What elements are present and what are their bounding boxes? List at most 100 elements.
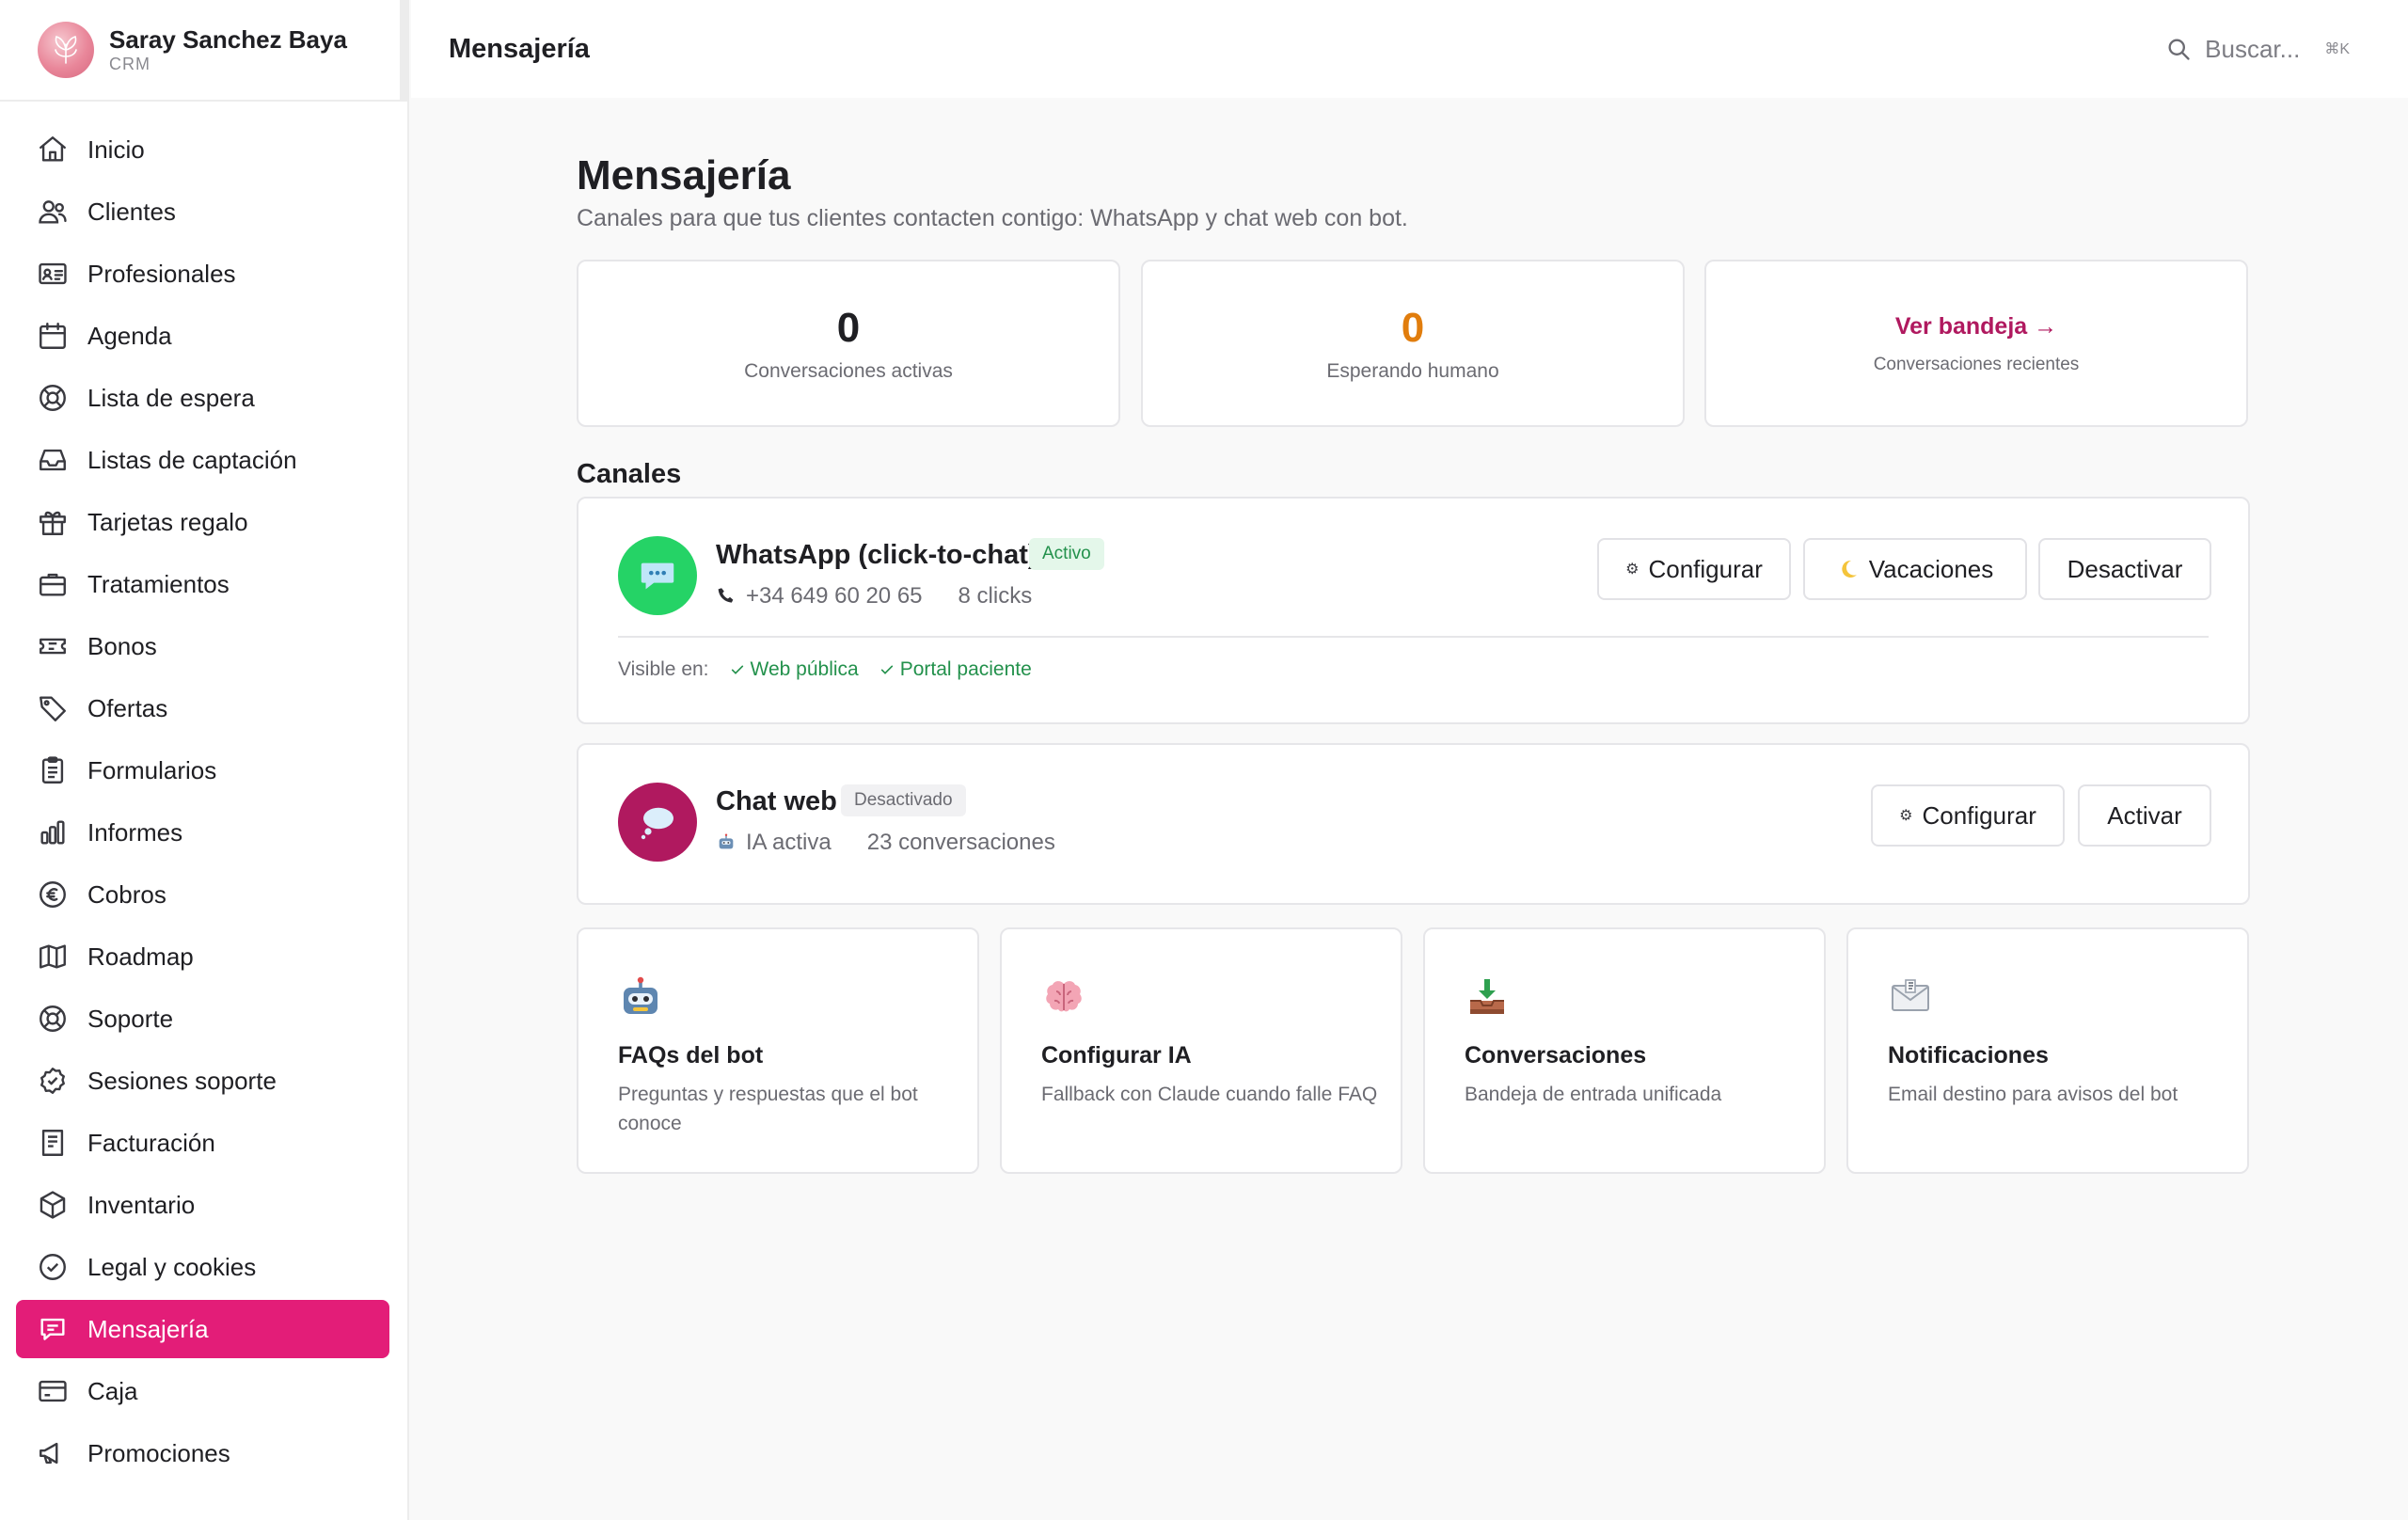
- sidebar-item-listas-de-captacion[interactable]: Listas de captación: [16, 431, 389, 489]
- channel-meta: +34 649 60 20 65 8 clicks: [716, 583, 1032, 610]
- sidebar-item-sesiones-soporte[interactable]: Sesiones soporte: [16, 1052, 389, 1110]
- channel-name: Chat web: [716, 786, 837, 816]
- sidebar-item-inicio[interactable]: Inicio: [16, 120, 389, 179]
- sidebar-item-label: Profesionales: [87, 259, 236, 288]
- visibility-item-label: Portal paciente: [899, 658, 1032, 680]
- sidebar-item-inventario[interactable]: Inventario: [16, 1176, 389, 1234]
- home-icon: [37, 134, 69, 166]
- webchat-configure-button[interactable]: ⚙ Configurar: [1871, 784, 2065, 847]
- card-title: FAQs del bot: [618, 1042, 764, 1069]
- top-bar: Mensajería Buscar... ⌘K: [411, 0, 2408, 98]
- sidebar-item-label: Mensajería: [87, 1314, 209, 1343]
- sidebar-item-label: Bonos: [87, 631, 157, 660]
- sidebar-item-mensajeria[interactable]: Mensajería: [16, 1300, 389, 1358]
- moon-icon: [1837, 558, 1860, 580]
- sidebar-item-profesionales[interactable]: Profesionales: [16, 245, 389, 303]
- button-label: Vacaciones: [1868, 554, 1994, 583]
- card-notificaciones[interactable]: Notificaciones Email destino para avisos…: [1846, 927, 2249, 1174]
- sidebar-item-clientes[interactable]: Clientes: [16, 182, 389, 241]
- sidebar-item-agenda[interactable]: Agenda: [16, 307, 389, 365]
- id-card-icon: [37, 258, 69, 290]
- view-inbox-link[interactable]: Ver bandeja →: [1895, 311, 2057, 341]
- phone-number: +34 649 60 20 65: [746, 583, 923, 609]
- sidebar-item-label: Listas de captación: [87, 445, 297, 474]
- card-title: Configurar IA: [1041, 1042, 1192, 1069]
- search-shortcut: ⌘K: [2324, 41, 2350, 57]
- card-conversaciones[interactable]: Conversaciones Bandeja de entrada unific…: [1423, 927, 1826, 1174]
- inbox-tray-icon: [1465, 974, 1510, 1020]
- search-input[interactable]: Buscar...: [2205, 35, 2300, 64]
- whatsapp-vacation-button[interactable]: Vacaciones: [1803, 538, 2027, 600]
- whatsapp-deactivate-button[interactable]: Desactivar: [2038, 538, 2211, 600]
- lifebuoy-icon: [37, 1003, 69, 1035]
- sidebar-item-cobros[interactable]: Cobros: [16, 865, 389, 924]
- visibility-row: Visible en: Web pública Portal paciente: [618, 658, 1032, 681]
- sidebar-item-soporte[interactable]: Soporte: [16, 990, 389, 1048]
- sidebar-item-tratamientos[interactable]: Tratamientos: [16, 555, 389, 613]
- page-title: Mensajería: [577, 152, 791, 198]
- phone-icon: [716, 586, 737, 607]
- whatsapp-configure-button[interactable]: ⚙ Configurar: [1597, 538, 1791, 600]
- whatsapp-channel-card: WhatsApp (click-to-chat) Activo +34 649 …: [577, 497, 2250, 724]
- header-title: Mensajería: [449, 33, 590, 64]
- visibility-portal-paciente[interactable]: Portal paciente: [879, 658, 1032, 681]
- clipboard-icon: [37, 754, 69, 786]
- card-configurar-ia[interactable]: Configurar IA Fallback con Claude cuando…: [1000, 927, 1402, 1174]
- sidebar-item-ofertas[interactable]: Ofertas: [16, 679, 389, 737]
- chat-icon: [37, 1313, 69, 1345]
- gear-icon: ⚙: [1899, 808, 1913, 824]
- euro-icon: [37, 879, 69, 910]
- channels-section-title: Canales: [577, 459, 682, 489]
- sidebar-item-facturacion[interactable]: Facturación: [16, 1114, 389, 1172]
- sidebar-item-legal-y-cookies[interactable]: Legal y cookies: [16, 1238, 389, 1296]
- sidebar-item-label: Roadmap: [87, 942, 194, 971]
- search-box[interactable]: Buscar... ⌘K: [2165, 26, 2350, 71]
- sidebar-item-formularios[interactable]: Formularios: [16, 741, 389, 800]
- page-subtitle: Canales para que tus clientes contacten …: [577, 205, 1408, 231]
- stat-inbox-link[interactable]: Ver bandeja → Conversaciones recientes: [1704, 260, 2248, 427]
- sidebar-item-tarjetas-regalo[interactable]: Tarjetas regalo: [16, 493, 389, 551]
- shield-check-icon: [37, 1251, 69, 1283]
- sidebar-item-label: Sesiones soporte: [87, 1066, 277, 1095]
- sidebar-item-bonos[interactable]: Bonos: [16, 617, 389, 675]
- sidebar-item-label: Ofertas: [87, 693, 168, 722]
- webchat-activate-button[interactable]: Activar: [2078, 784, 2211, 847]
- visibility-label: Visible en:: [618, 658, 709, 680]
- bar-chart-icon: [37, 816, 69, 848]
- button-label: Desactivar: [2067, 554, 2183, 583]
- divider: [618, 636, 2209, 638]
- webchat-channel-card: Chat web Desactivado IA activa 23 conver…: [577, 743, 2250, 905]
- sidebar-item-informes[interactable]: Informes: [16, 803, 389, 862]
- megaphone-icon: [37, 1437, 69, 1469]
- briefcase-icon: [37, 568, 69, 600]
- card-title: Notificaciones: [1888, 1042, 2049, 1069]
- calendar-icon: [37, 320, 69, 352]
- check-icon: [730, 662, 745, 677]
- visibility-web-publica[interactable]: Web pública: [730, 658, 859, 681]
- users-icon: [37, 196, 69, 228]
- badge-check-icon: [37, 1065, 69, 1097]
- credit-card-icon: [37, 1375, 69, 1407]
- channel-name: WhatsApp (click-to-chat): [716, 540, 1038, 570]
- sidebar-item-roadmap[interactable]: Roadmap: [16, 927, 389, 986]
- status-badge: Activo: [1029, 538, 1104, 570]
- sidebar-item-lista-de-espera[interactable]: Lista de espera: [16, 369, 389, 427]
- card-description: Preguntas y respuestas que el bot conoce: [618, 1084, 918, 1134]
- button-label: Activar: [2107, 800, 2182, 830]
- sidebar-item-label: Agenda: [87, 321, 172, 350]
- ticket-icon: [37, 630, 69, 662]
- sidebar-item-label: Caja: [87, 1376, 138, 1405]
- tag-icon: [37, 692, 69, 724]
- webchat-icon: [618, 783, 697, 862]
- sidebar-item-caja[interactable]: Caja: [16, 1362, 389, 1420]
- stat-waiting-human: 0 Esperando humano: [1141, 260, 1685, 427]
- card-faqs-bot[interactable]: FAQs del bot Preguntas y respuestas que …: [577, 927, 979, 1174]
- sidebar-item-label: Inicio: [87, 135, 145, 164]
- card-description: Email destino para avisos del bot: [1888, 1084, 2178, 1105]
- robot-icon: [716, 832, 737, 853]
- lifebuoy-icon: [37, 382, 69, 414]
- sidebar-item-promociones[interactable]: Promociones: [16, 1424, 389, 1482]
- sidebar-item-label: Formularios: [87, 755, 217, 784]
- sidebar-item-label: Legal y cookies: [87, 1252, 257, 1281]
- conversation-count: 23 conversaciones: [866, 830, 1055, 855]
